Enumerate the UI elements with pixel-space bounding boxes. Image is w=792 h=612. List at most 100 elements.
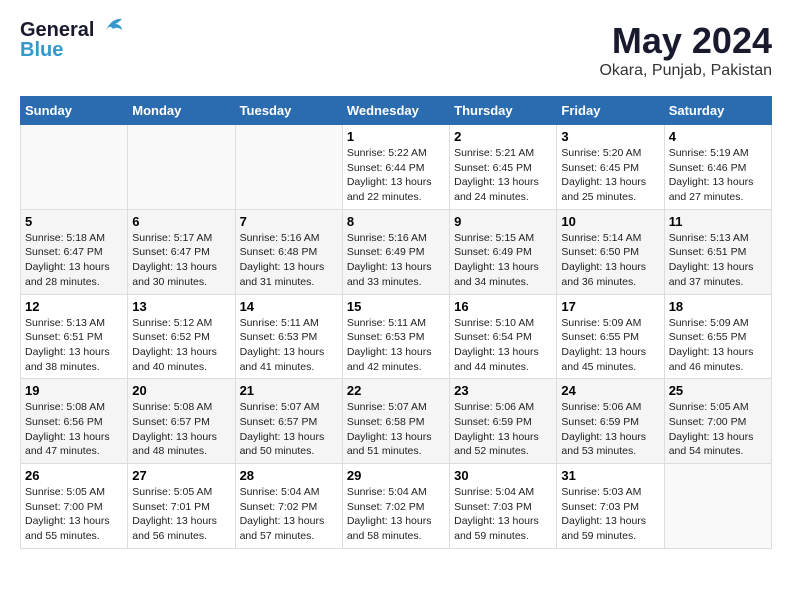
calendar-cell: 5 Sunrise: 5:18 AMSunset: 6:47 PMDayligh…: [21, 209, 128, 294]
day-detail: Sunrise: 5:08 AMSunset: 6:57 PMDaylight:…: [132, 400, 230, 459]
calendar-cell: 1 Sunrise: 5:22 AMSunset: 6:44 PMDayligh…: [342, 125, 449, 210]
day-detail: Sunrise: 5:06 AMSunset: 6:59 PMDaylight:…: [454, 400, 552, 459]
day-detail: Sunrise: 5:04 AMSunset: 7:03 PMDaylight:…: [454, 485, 552, 544]
logo-bird-icon: [96, 16, 124, 38]
calendar-cell: 20 Sunrise: 5:08 AMSunset: 6:57 PMDaylig…: [128, 379, 235, 464]
calendar-week-row: 12 Sunrise: 5:13 AMSunset: 6:51 PMDaylig…: [21, 294, 772, 379]
calendar-cell: 2 Sunrise: 5:21 AMSunset: 6:45 PMDayligh…: [450, 125, 557, 210]
logo: General Blue: [20, 20, 124, 60]
day-detail: Sunrise: 5:11 AMSunset: 6:53 PMDaylight:…: [240, 316, 338, 375]
calendar-cell: [664, 464, 771, 549]
calendar-cell: 30 Sunrise: 5:04 AMSunset: 7:03 PMDaylig…: [450, 464, 557, 549]
calendar-cell: 23 Sunrise: 5:06 AMSunset: 6:59 PMDaylig…: [450, 379, 557, 464]
calendar-day-header: Thursday: [450, 97, 557, 125]
calendar-cell: 10 Sunrise: 5:14 AMSunset: 6:50 PMDaylig…: [557, 209, 664, 294]
day-number: 6: [132, 214, 230, 229]
calendar-table: SundayMondayTuesdayWednesdayThursdayFrid…: [20, 96, 772, 549]
calendar-day-header: Sunday: [21, 97, 128, 125]
calendar-week-row: 19 Sunrise: 5:08 AMSunset: 6:56 PMDaylig…: [21, 379, 772, 464]
day-detail: Sunrise: 5:07 AMSunset: 6:58 PMDaylight:…: [347, 400, 445, 459]
calendar-cell: 14 Sunrise: 5:11 AMSunset: 6:53 PMDaylig…: [235, 294, 342, 379]
calendar-cell: 19 Sunrise: 5:08 AMSunset: 6:56 PMDaylig…: [21, 379, 128, 464]
calendar-day-header: Friday: [557, 97, 664, 125]
calendar-cell: 4 Sunrise: 5:19 AMSunset: 6:46 PMDayligh…: [664, 125, 771, 210]
calendar-cell: 6 Sunrise: 5:17 AMSunset: 6:47 PMDayligh…: [128, 209, 235, 294]
calendar-day-header: Monday: [128, 97, 235, 125]
day-detail: Sunrise: 5:16 AMSunset: 6:49 PMDaylight:…: [347, 231, 445, 290]
calendar-cell: 28 Sunrise: 5:04 AMSunset: 7:02 PMDaylig…: [235, 464, 342, 549]
calendar-cell: 24 Sunrise: 5:06 AMSunset: 6:59 PMDaylig…: [557, 379, 664, 464]
day-number: 12: [25, 299, 123, 314]
day-detail: Sunrise: 5:04 AMSunset: 7:02 PMDaylight:…: [347, 485, 445, 544]
calendar-week-row: 26 Sunrise: 5:05 AMSunset: 7:00 PMDaylig…: [21, 464, 772, 549]
day-number: 9: [454, 214, 552, 229]
calendar-cell: 22 Sunrise: 5:07 AMSunset: 6:58 PMDaylig…: [342, 379, 449, 464]
day-number: 1: [347, 129, 445, 144]
logo-general: General: [20, 20, 94, 40]
day-number: 19: [25, 383, 123, 398]
calendar-cell: 27 Sunrise: 5:05 AMSunset: 7:01 PMDaylig…: [128, 464, 235, 549]
calendar-cell: 3 Sunrise: 5:20 AMSunset: 6:45 PMDayligh…: [557, 125, 664, 210]
day-number: 25: [669, 383, 767, 398]
calendar-cell: 11 Sunrise: 5:13 AMSunset: 6:51 PMDaylig…: [664, 209, 771, 294]
day-number: 30: [454, 468, 552, 483]
day-number: 13: [132, 299, 230, 314]
day-number: 16: [454, 299, 552, 314]
day-number: 3: [561, 129, 659, 144]
day-number: 21: [240, 383, 338, 398]
calendar-cell: 9 Sunrise: 5:15 AMSunset: 6:49 PMDayligh…: [450, 209, 557, 294]
calendar-cell: 16 Sunrise: 5:10 AMSunset: 6:54 PMDaylig…: [450, 294, 557, 379]
day-detail: Sunrise: 5:11 AMSunset: 6:53 PMDaylight:…: [347, 316, 445, 375]
calendar-cell: 18 Sunrise: 5:09 AMSunset: 6:55 PMDaylig…: [664, 294, 771, 379]
calendar-day-header: Wednesday: [342, 97, 449, 125]
calendar-cell: [21, 125, 128, 210]
calendar-cell: [235, 125, 342, 210]
calendar-week-row: 1 Sunrise: 5:22 AMSunset: 6:44 PMDayligh…: [21, 125, 772, 210]
day-detail: Sunrise: 5:19 AMSunset: 6:46 PMDaylight:…: [669, 146, 767, 205]
calendar-cell: 17 Sunrise: 5:09 AMSunset: 6:55 PMDaylig…: [557, 294, 664, 379]
day-number: 18: [669, 299, 767, 314]
day-detail: Sunrise: 5:09 AMSunset: 6:55 PMDaylight:…: [669, 316, 767, 375]
calendar-day-header: Saturday: [664, 97, 771, 125]
day-detail: Sunrise: 5:12 AMSunset: 6:52 PMDaylight:…: [132, 316, 230, 375]
page-header: General Blue May 2024 Okara, Punjab, Pak…: [20, 20, 772, 80]
day-number: 29: [347, 468, 445, 483]
title-block: May 2024 Okara, Punjab, Pakistan: [599, 20, 772, 80]
day-detail: Sunrise: 5:04 AMSunset: 7:02 PMDaylight:…: [240, 485, 338, 544]
month-title: May 2024: [599, 20, 772, 62]
location: Okara, Punjab, Pakistan: [599, 62, 772, 80]
day-number: 27: [132, 468, 230, 483]
day-detail: Sunrise: 5:20 AMSunset: 6:45 PMDaylight:…: [561, 146, 659, 205]
day-number: 2: [454, 129, 552, 144]
calendar-header-row: SundayMondayTuesdayWednesdayThursdayFrid…: [21, 97, 772, 125]
day-number: 10: [561, 214, 659, 229]
day-detail: Sunrise: 5:10 AMSunset: 6:54 PMDaylight:…: [454, 316, 552, 375]
day-detail: Sunrise: 5:09 AMSunset: 6:55 PMDaylight:…: [561, 316, 659, 375]
day-number: 8: [347, 214, 445, 229]
calendar-cell: 12 Sunrise: 5:13 AMSunset: 6:51 PMDaylig…: [21, 294, 128, 379]
day-detail: Sunrise: 5:05 AMSunset: 7:00 PMDaylight:…: [25, 485, 123, 544]
day-detail: Sunrise: 5:07 AMSunset: 6:57 PMDaylight:…: [240, 400, 338, 459]
day-number: 24: [561, 383, 659, 398]
day-number: 11: [669, 214, 767, 229]
calendar-cell: 26 Sunrise: 5:05 AMSunset: 7:00 PMDaylig…: [21, 464, 128, 549]
day-number: 22: [347, 383, 445, 398]
calendar-cell: 31 Sunrise: 5:03 AMSunset: 7:03 PMDaylig…: [557, 464, 664, 549]
calendar-week-row: 5 Sunrise: 5:18 AMSunset: 6:47 PMDayligh…: [21, 209, 772, 294]
day-detail: Sunrise: 5:06 AMSunset: 6:59 PMDaylight:…: [561, 400, 659, 459]
day-detail: Sunrise: 5:18 AMSunset: 6:47 PMDaylight:…: [25, 231, 123, 290]
calendar-cell: 13 Sunrise: 5:12 AMSunset: 6:52 PMDaylig…: [128, 294, 235, 379]
day-detail: Sunrise: 5:13 AMSunset: 6:51 PMDaylight:…: [25, 316, 123, 375]
day-number: 26: [25, 468, 123, 483]
calendar-day-header: Tuesday: [235, 97, 342, 125]
day-detail: Sunrise: 5:22 AMSunset: 6:44 PMDaylight:…: [347, 146, 445, 205]
day-number: 17: [561, 299, 659, 314]
day-number: 28: [240, 468, 338, 483]
day-detail: Sunrise: 5:21 AMSunset: 6:45 PMDaylight:…: [454, 146, 552, 205]
day-number: 7: [240, 214, 338, 229]
day-number: 4: [669, 129, 767, 144]
day-number: 23: [454, 383, 552, 398]
day-number: 5: [25, 214, 123, 229]
day-detail: Sunrise: 5:14 AMSunset: 6:50 PMDaylight:…: [561, 231, 659, 290]
calendar-cell: 7 Sunrise: 5:16 AMSunset: 6:48 PMDayligh…: [235, 209, 342, 294]
